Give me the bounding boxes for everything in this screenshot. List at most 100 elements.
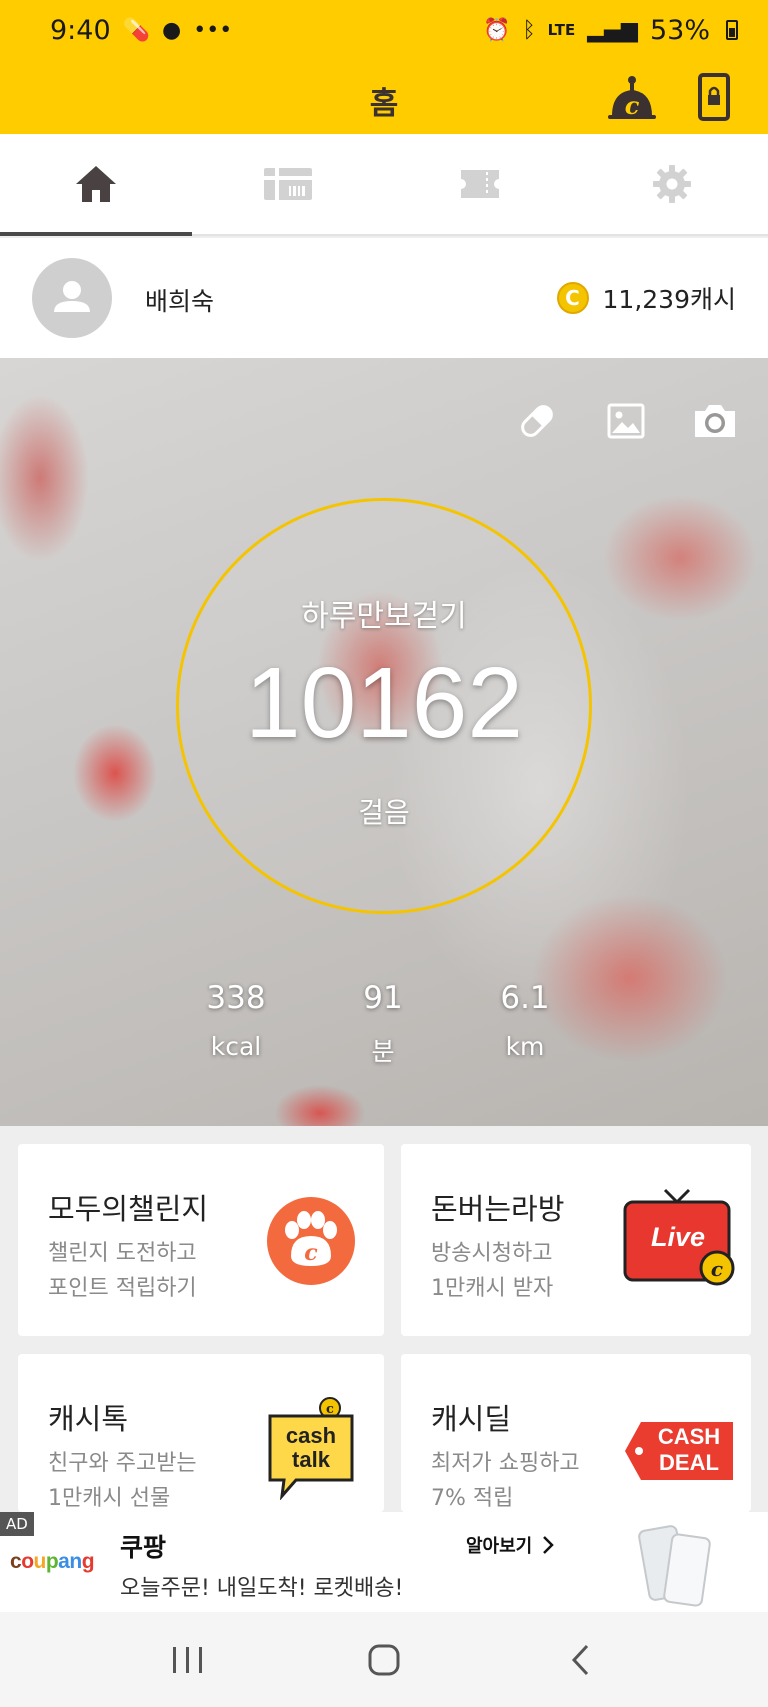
card-description: 방송시청하고 1만캐시 받자 (431, 1236, 553, 1306)
profile-row: 배희숙 C 11,239캐시 (0, 238, 768, 358)
recent-apps-button[interactable] (148, 1630, 228, 1690)
pill-icon: 💊 (122, 17, 151, 43)
card-live[interactable]: 돈버는라방 방송시청하고 1만캐시 받자 c Live (401, 1144, 751, 1336)
cash-mascot-icon: c (608, 76, 656, 120)
clock: 9:40 (50, 14, 111, 46)
network-type: LTE (547, 21, 576, 39)
card-cashdeal[interactable]: 캐시딜 최저가 쇼핑하고 7% 적립 CASH DEAL (401, 1354, 751, 1512)
coupang-logo: coupang (10, 1550, 95, 1573)
cashtalk-icon: c cash talk (266, 1396, 358, 1500)
ad-tag: AD (0, 1512, 34, 1536)
home-icon (76, 166, 116, 202)
cash-amount: 11,239캐시 (602, 285, 736, 314)
notification-icon: ● (162, 17, 182, 43)
cashtalk-label-2: talk (292, 1447, 330, 1472)
stat-label: 분 (371, 1037, 395, 1066)
ad-banner[interactable]: AD coupang 쿠팡 오늘주문! 내일도착! 로켓배송! 알아보기 (0, 1512, 768, 1612)
tab-gift-shop[interactable] (192, 134, 384, 234)
feature-cards: 모두의챌린지 챌린지 도전하고 포인트 적립하기 c 돈버는라방 방송시청하고 … (0, 1126, 768, 1512)
gift-card-icon (264, 168, 312, 200)
stat-minutes: 91 분 (323, 980, 443, 1068)
step-ring[interactable]: 하루만보걷기 10162 걸음 (176, 498, 592, 914)
card-description: 챌린지 도전하고 포인트 적립하기 (48, 1236, 197, 1306)
more-dots-icon: ••• (193, 17, 233, 43)
card-title: 캐시딜 (431, 1402, 512, 1436)
username: 배희숙 (145, 287, 215, 316)
card-description: 친구와 주고받는 1만캐시 선물 (48, 1446, 197, 1512)
step-ring-title: 하루만보걷기 (301, 599, 467, 634)
pill-icon (521, 405, 553, 437)
cash-balance[interactable]: C 11,239캐시 (556, 280, 736, 316)
stat-value: 91 (363, 980, 403, 1016)
cashdeal-tag-icon: CASH DEAL (623, 1420, 735, 1482)
phone-lock-icon (698, 73, 730, 121)
cash-mascot-button[interactable]: c (604, 70, 660, 124)
home-button[interactable] (344, 1630, 424, 1690)
lock-screen-button[interactable] (692, 70, 736, 124)
card-title: 모두의챌린지 (48, 1192, 209, 1226)
card-desc-line: 1만캐시 받자 (431, 1276, 554, 1301)
svg-text:c: c (304, 1240, 318, 1266)
chevron-right-icon (543, 1536, 555, 1554)
app-bar: 홈 c (0, 60, 768, 134)
cashtalk-label-1: cash (285, 1423, 337, 1448)
avatar[interactable] (32, 258, 112, 338)
signal-icon: ▂▄▆ (587, 17, 638, 43)
cashdeal-label-2: DEAL (659, 1450, 719, 1475)
stat-calories: 338 kcal (176, 980, 296, 1061)
coin-icon: C (556, 282, 589, 314)
home-circle-icon (368, 1644, 400, 1675)
tab-settings[interactable] (576, 134, 768, 234)
card-title: 캐시톡 (48, 1402, 129, 1436)
status-bar: 9:40 💊 ● ••• ⏰ ᛒ LTE ▂▄▆ 53% (0, 0, 768, 60)
recent-apps-icon (173, 1646, 202, 1673)
status-bar-left: 9:40 💊 ● ••• (50, 15, 232, 46)
card-desc-line: 7% 적립 (431, 1486, 514, 1511)
camera-icon (695, 405, 735, 437)
user-icon (54, 281, 90, 312)
stat-value: 338 (206, 980, 266, 1016)
card-desc-line: 챌린지 도전하고 (48, 1241, 197, 1266)
system-nav-bar (0, 1612, 768, 1707)
card-desc-line: 친구와 주고받는 (48, 1451, 197, 1476)
status-bar-right: ⏰ ᛒ LTE ▂▄▆ 53% (483, 15, 738, 46)
battery-icon (726, 20, 738, 40)
gallery-button[interactable] (601, 398, 651, 444)
card-desc-line: 1만캐시 선물 (48, 1486, 171, 1511)
ad-product-image (636, 1522, 716, 1607)
live-label: Live (650, 1222, 706, 1252)
camera-button[interactable] (690, 398, 740, 444)
ad-description: 오늘주문! 내일도착! 로켓배송! (120, 1576, 404, 1601)
tab-bar (0, 134, 768, 236)
card-desc-line: 포인트 적립하기 (48, 1276, 197, 1301)
ticket-icon (461, 170, 499, 198)
card-description: 최저가 쇼핑하고 7% 적립 (431, 1446, 580, 1512)
stat-value: 6.1 (500, 980, 550, 1016)
tab-home[interactable] (0, 134, 192, 236)
step-counter-panel: 하루만보걷기 10162 걸음 338 kcal 91 분 6.1 km (0, 358, 768, 1126)
cashdeal-label-1: CASH (657, 1424, 721, 1449)
back-icon (571, 1644, 589, 1675)
image-icon (607, 403, 645, 439)
pill-button[interactable] (512, 398, 562, 444)
ad-link-label: 알아보기 (466, 1536, 533, 1557)
stat-label: kcal (210, 1032, 262, 1061)
step-count: 10162 (244, 647, 524, 759)
tab-coupon[interactable] (384, 134, 576, 234)
card-challenge[interactable]: 모두의챌린지 챌린지 도전하고 포인트 적립하기 c (18, 1144, 384, 1336)
gear-icon (653, 165, 691, 203)
battery-percent: 53% (649, 14, 710, 46)
challenge-paw-icon: c (266, 1196, 356, 1290)
card-cashtalk[interactable]: 캐시톡 친구와 주고받는 1만캐시 선물 c cash talk (18, 1354, 384, 1512)
ad-title: 쿠팡 (120, 1533, 167, 1562)
stat-distance: 6.1 km (465, 980, 585, 1061)
bluetooth-icon: ᛒ (522, 17, 536, 43)
card-desc-line: 최저가 쇼핑하고 (431, 1451, 580, 1476)
ad-learn-more-link[interactable]: 알아보기 (466, 1532, 555, 1558)
stat-label: km (505, 1032, 545, 1061)
svg-text:c: c (711, 1257, 723, 1281)
back-button[interactable] (540, 1630, 620, 1690)
step-unit: 걸음 (358, 796, 410, 829)
card-title: 돈버는라방 (431, 1192, 565, 1226)
card-desc-line: 방송시청하고 (431, 1241, 553, 1266)
